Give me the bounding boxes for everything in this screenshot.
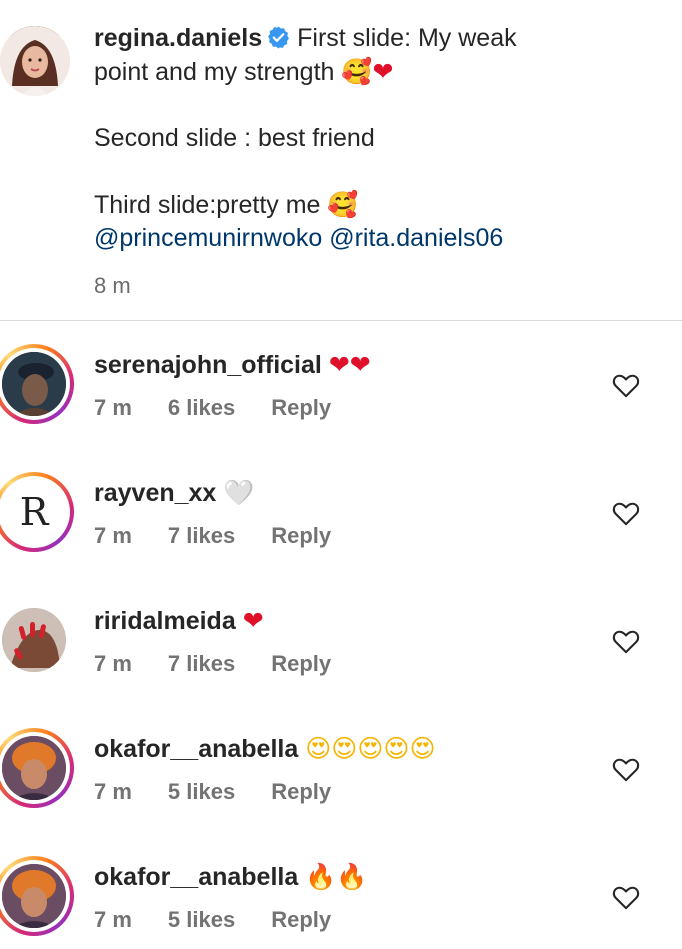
comment-meta: 7 m 7 likes Reply [94,650,367,678]
comment-username-text[interactable]: okafor__anabella [94,863,298,891]
comment-likes[interactable]: 6 likes [168,394,235,422]
caption-text-4: Third slide:pretty me [94,191,321,219]
story-ring-inner [0,732,70,804]
heart-outline-icon[interactable] [612,372,640,398]
heart-outline-icon[interactable] [612,628,640,654]
story-ring-inner [0,860,70,932]
avatar [2,864,66,928]
comment-likes[interactable]: 5 likes [168,778,235,806]
comment-username-text[interactable]: serenajohn_official [94,351,322,379]
avatar-letter: R [19,490,49,534]
comment-username-text[interactable]: riridalmeida [94,607,236,635]
comment-item: serenajohn_official ❤❤ 7 m 6 likes Reply [0,344,682,472]
comment-likes[interactable]: 5 likes [168,906,235,934]
comment-username-text[interactable]: okafor__anabella [94,735,298,763]
story-ring[interactable] [0,344,74,424]
story-ring[interactable] [0,728,74,808]
story-ring[interactable]: R [0,472,74,552]
story-ring-inner [0,348,70,420]
post-caption: regina.daniels First slide: My weak point… [0,0,682,320]
reply-button[interactable]: Reply [271,906,331,934]
story-ring-inner: R [0,476,70,548]
comment-username: serenajohn_official ❤❤ [94,350,371,380]
comment-time: 7 m [94,651,132,676]
caption-text-1: First slide: My weak [297,24,517,52]
comment-item: okafor__anabella 😍😍😍😍😍 7 m 5 likes Reply [0,728,682,856]
reply-button[interactable]: Reply [271,778,331,806]
comment-username: riridalmeida ❤ [94,606,264,636]
caption-gap [94,89,654,122]
caption-mentions[interactable]: @princemunirnwoko @rita.daniels06 [94,222,654,255]
comment-emojis: 🤍 [223,478,255,507]
heart-outline-icon[interactable] [612,884,640,910]
avatar-frame-inner [0,604,70,676]
comment-likes[interactable]: 7 likes [168,522,235,550]
story-ring[interactable] [0,856,74,936]
avatar-image [2,864,66,928]
comment-time: 7 m [94,907,132,932]
avatar-image [2,352,66,416]
caption-avatar[interactable] [0,26,70,96]
caption-gap [94,155,654,188]
caption-avatar-image [0,26,70,96]
comment-meta: 7 m 7 likes Reply [94,522,367,550]
comment-username-text[interactable]: rayven_xx [94,479,216,507]
avatar-image [2,608,66,672]
divider [0,320,682,321]
comment-username: okafor__anabella 😍😍😍😍😍 [94,734,436,764]
comment-username: rayven_xx 🤍 [94,478,254,508]
comment-meta: 7 m 5 likes Reply [94,778,367,806]
heart-outline-icon[interactable] [612,500,640,526]
caption-emoji-4: 🥰 [327,190,359,219]
caption-line-3: Second slide : best friend [94,124,375,152]
avatar-frame[interactable] [0,600,74,680]
avatar [2,352,66,416]
caption-timestamp: 8 m [94,273,131,298]
heart-outline-icon[interactable] [612,756,640,782]
comment-emojis: 😍😍😍😍😍 [305,734,436,763]
comment-emojis: 🔥🔥 [305,862,368,891]
reply-button[interactable]: Reply [271,650,331,678]
caption-username[interactable]: regina.daniels [94,24,262,52]
comment-time: 7 m [94,395,132,420]
comment-time: 7 m [94,523,132,548]
comment-item: okafor__anabella 🔥🔥 7 m 5 likes Reply [0,856,682,949]
caption-text: regina.daniels First slide: My weak point… [94,22,654,302]
comment-username: okafor__anabella 🔥🔥 [94,862,367,892]
avatar: R [2,480,66,544]
avatar [2,608,66,672]
caption-line-2: point and my strength 🥰❤ [94,55,654,89]
verified-badge-icon [268,26,290,49]
comment-item: riridalmeida ❤ 7 m 7 likes Reply [0,600,682,728]
caption-text-2: point and my strength [94,58,335,86]
comment-meta: 7 m 6 likes Reply [94,394,367,422]
reply-button[interactable]: Reply [271,522,331,550]
comment-emojis: ❤ [242,606,264,635]
avatar [2,736,66,800]
caption-emoji-2: 🥰❤ [341,57,394,86]
reply-button[interactable]: Reply [271,394,331,422]
comment-emojis: ❤❤ [328,350,371,379]
caption-line-1: regina.daniels First slide: My weak [94,22,654,55]
comment-likes[interactable]: 7 likes [168,650,235,678]
comment-time: 7 m [94,779,132,804]
avatar-image [2,736,66,800]
comment-item: R rayven_xx 🤍 7 m 7 likes Reply [0,472,682,600]
caption-line-4: Third slide:pretty me 🥰 [94,188,654,222]
comment-meta: 7 m 5 likes Reply [94,906,367,934]
